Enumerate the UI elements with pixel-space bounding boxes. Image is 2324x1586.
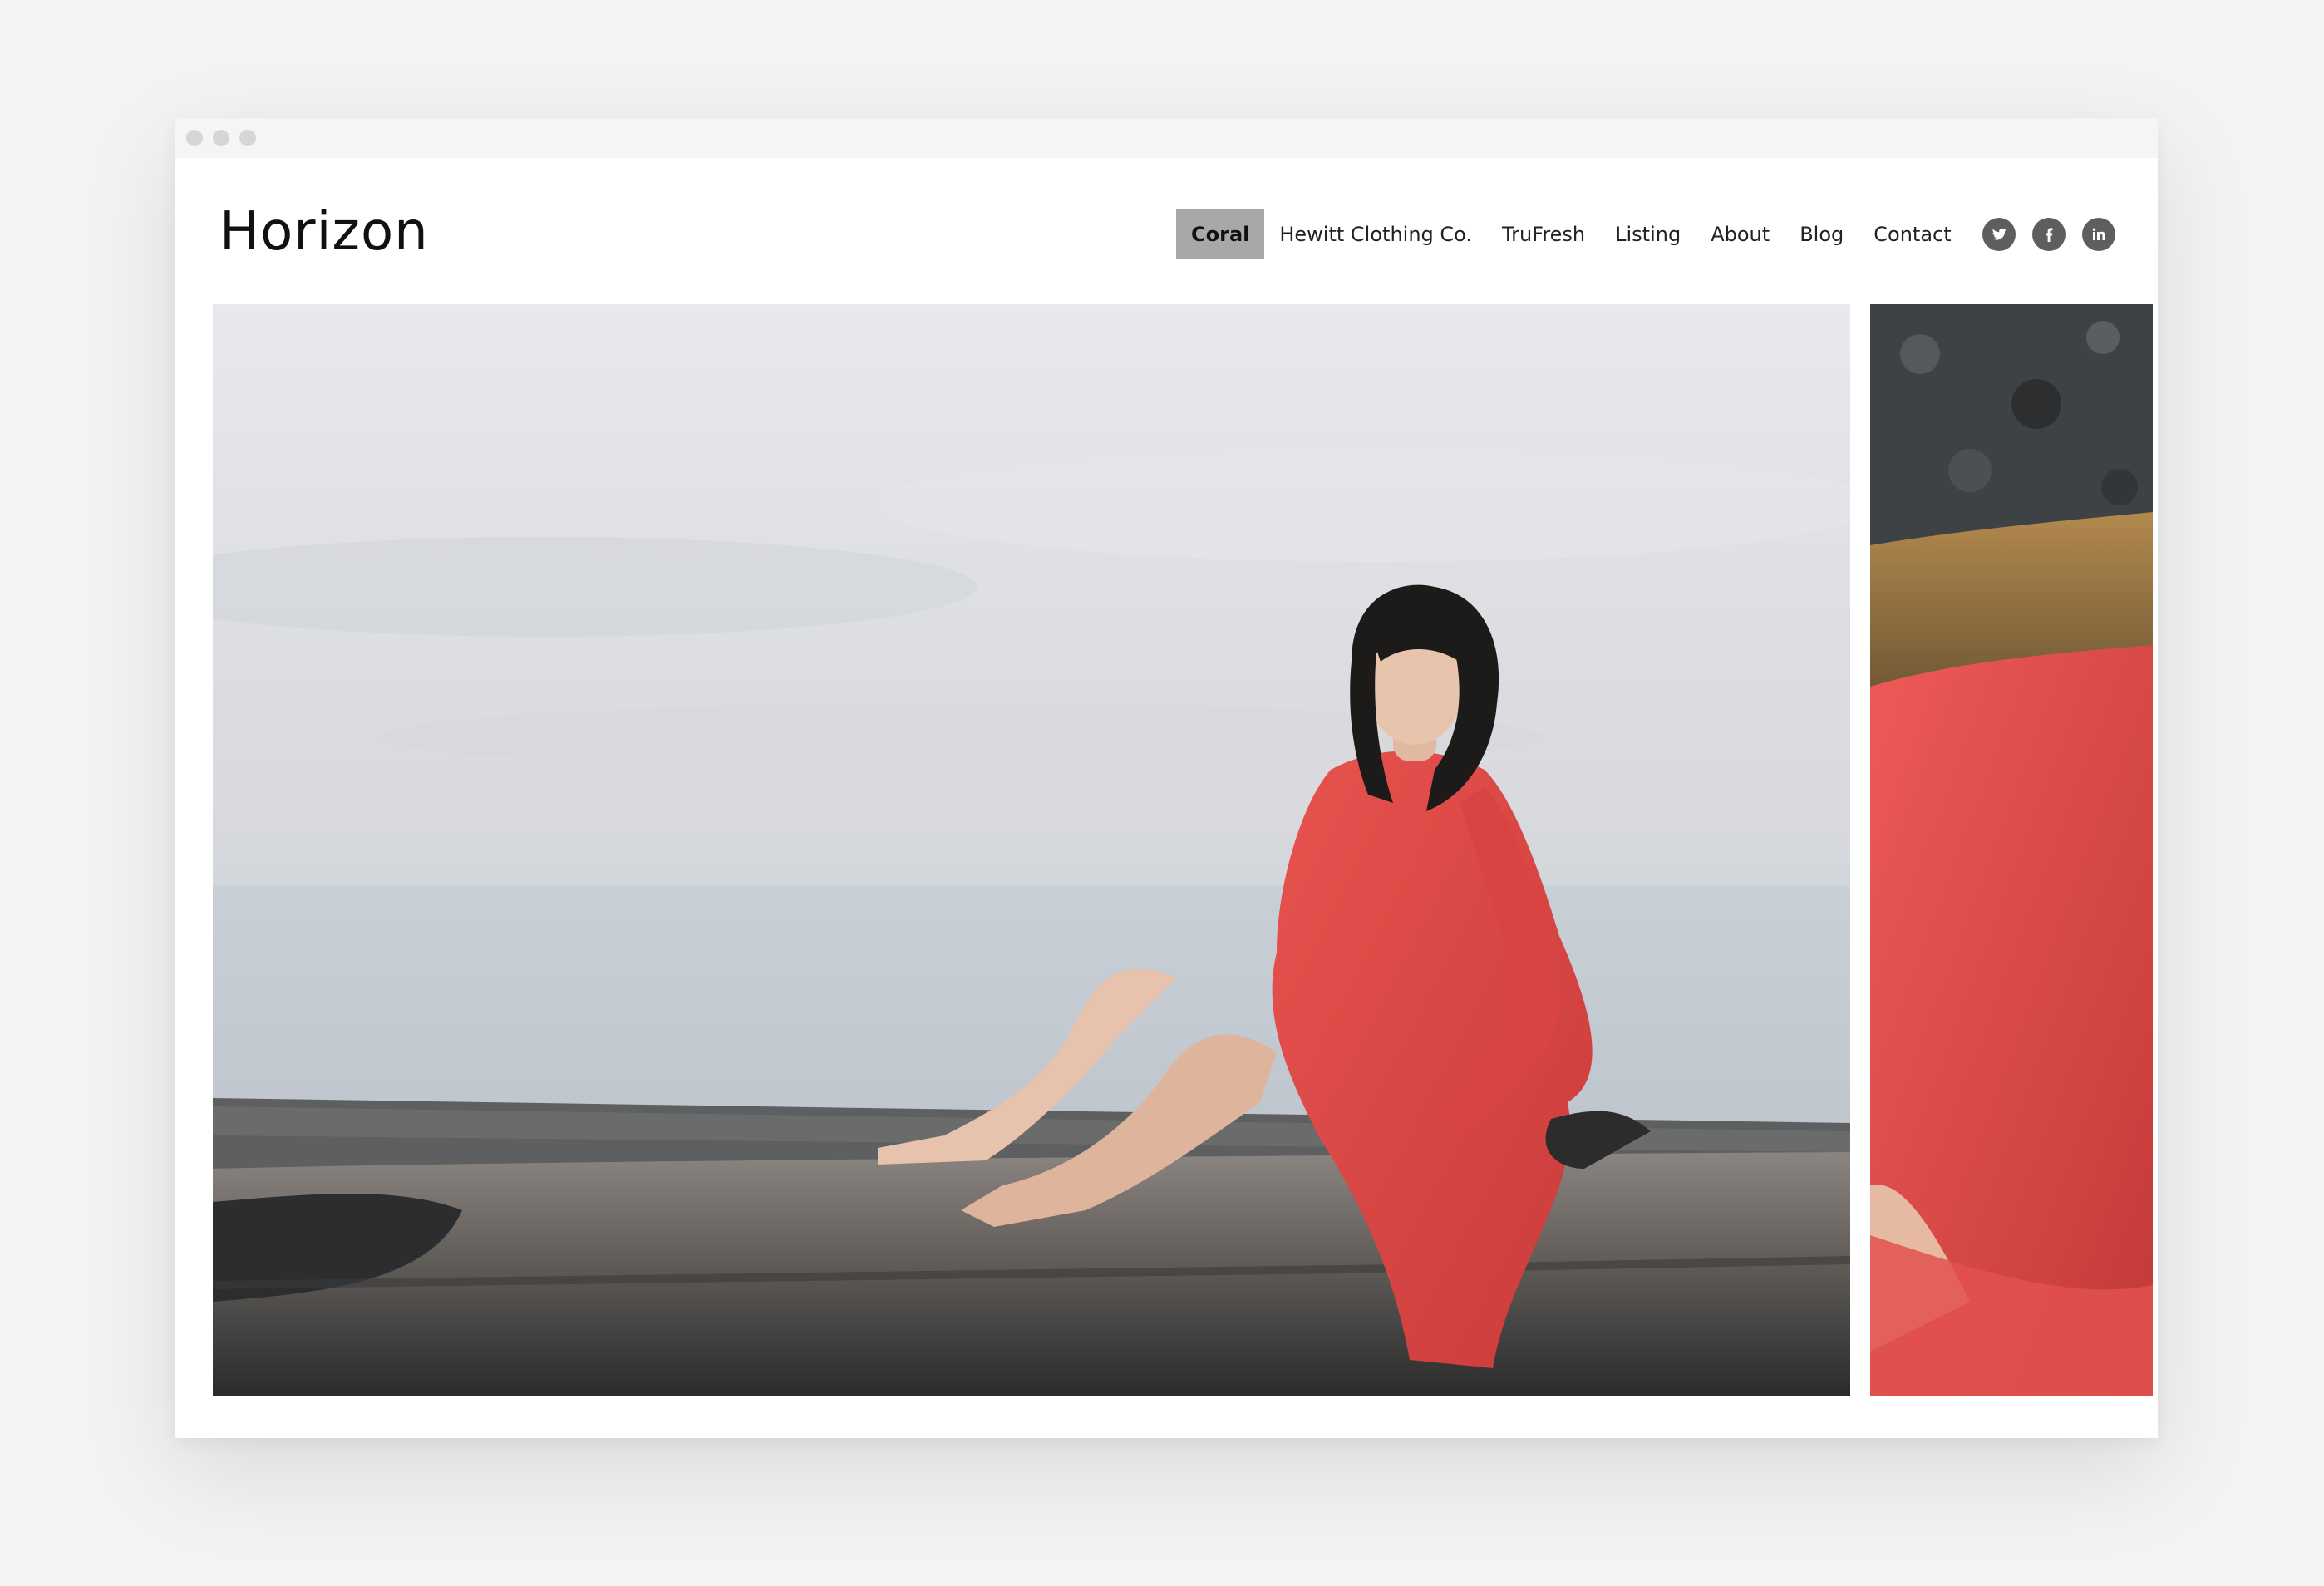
gallery-main-photo[interactable]	[213, 304, 1850, 1396]
browser-window: Horizon Coral Hewitt Clothing Co. TruFre…	[175, 118, 2158, 1438]
site-title[interactable]: Horizon	[219, 201, 429, 263]
nav-item-about[interactable]: About	[1696, 209, 1785, 259]
social-links	[1982, 218, 2115, 251]
nav-item-contact[interactable]: Contact	[1859, 209, 1966, 259]
nav-item-trufresh[interactable]: TruFresh	[1487, 209, 1600, 259]
maximize-dot[interactable]	[239, 130, 256, 146]
beach-photo-illustration	[213, 446, 1850, 1396]
minimize-dot[interactable]	[213, 130, 229, 146]
twitter-icon[interactable]	[1982, 218, 2016, 251]
nav-item-blog[interactable]: Blog	[1785, 209, 1859, 259]
page: Horizon Coral Hewitt Clothing Co. TruFre…	[175, 158, 2158, 1438]
nav-item-coral[interactable]: Coral	[1176, 209, 1265, 259]
main-nav: Coral Hewitt Clothing Co. TruFresh Listi…	[1176, 209, 1967, 259]
close-dot[interactable]	[186, 130, 203, 146]
nav-item-hewitt-clothing[interactable]: Hewitt Clothing Co.	[1264, 209, 1487, 259]
linkedin-icon[interactable]	[2082, 218, 2115, 251]
detail-photo-illustration	[1870, 304, 2153, 1396]
nav-item-listing[interactable]: Listing	[1600, 209, 1696, 259]
facebook-icon[interactable]	[2032, 218, 2066, 251]
window-controls	[186, 130, 256, 148]
gallery-side-photo[interactable]	[1870, 304, 2153, 1396]
